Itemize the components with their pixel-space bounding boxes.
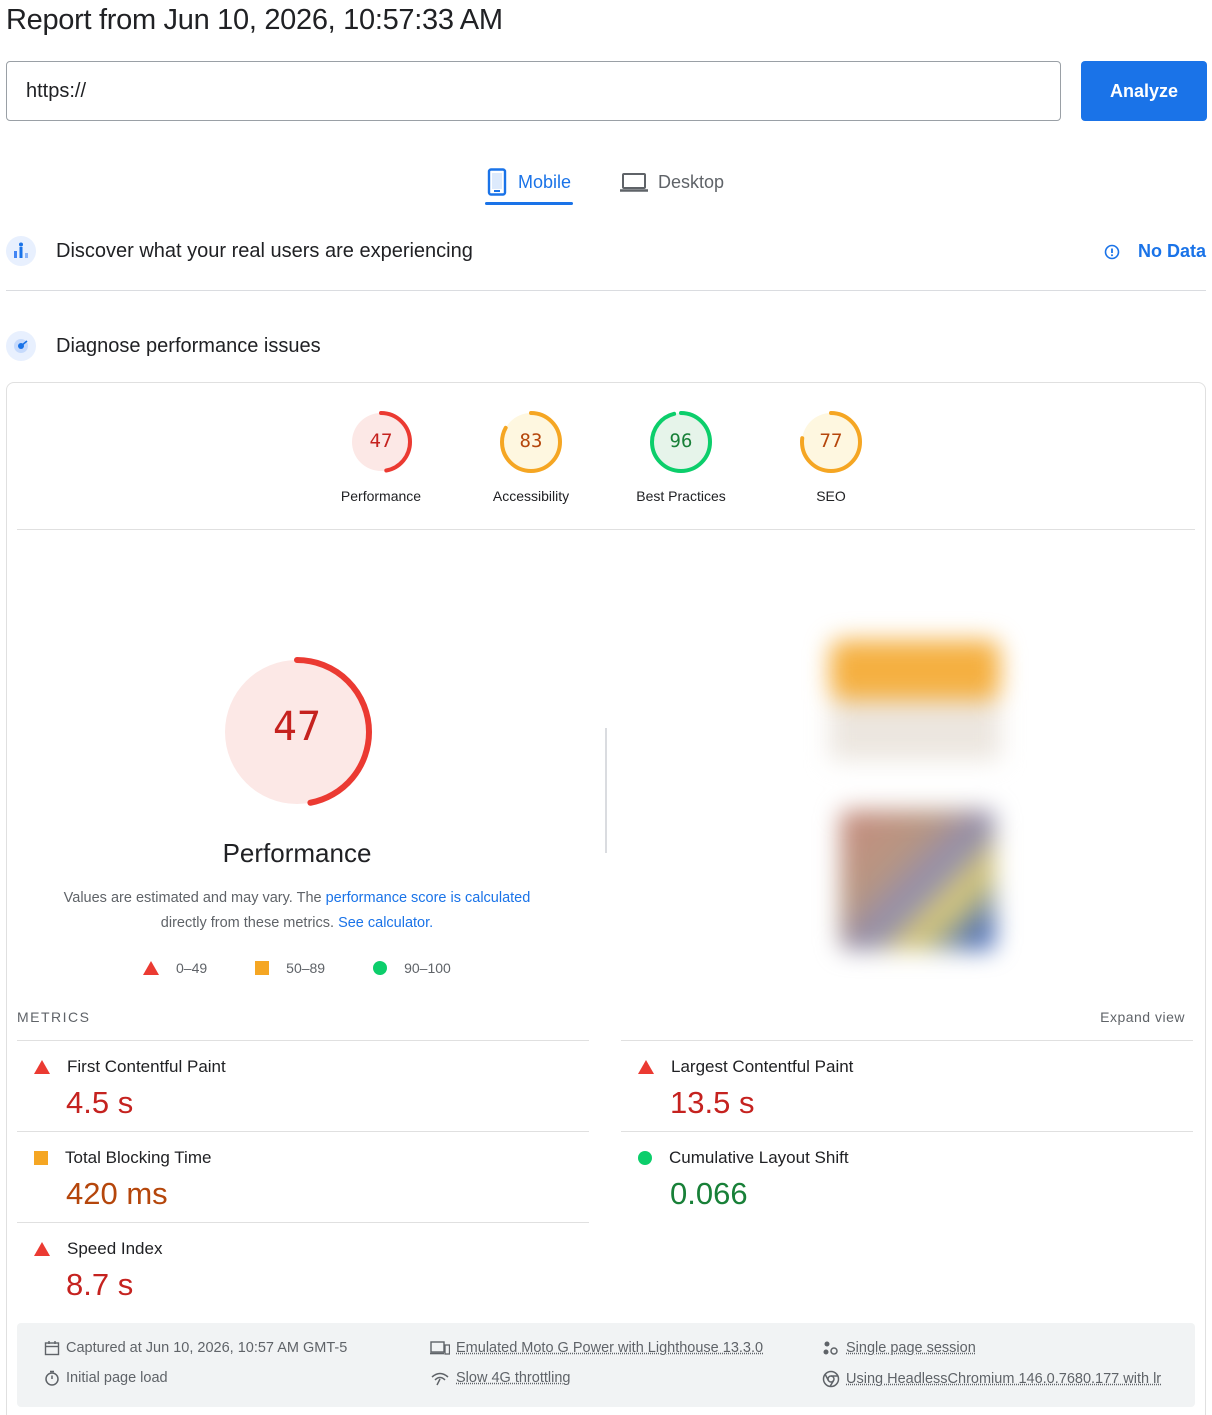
diagnose-section-header: Diagnose performance issues: [6, 331, 1206, 361]
poor-triangle-icon: [34, 1242, 50, 1256]
poor-triangle-icon: [143, 961, 159, 975]
url-input[interactable]: [6, 61, 1061, 121]
gauge-performance[interactable]: 47 Performance: [331, 410, 431, 504]
performance-description: Values are estimated and may vary. The p…: [40, 886, 554, 936]
gauge-label: Best Practices: [636, 488, 726, 504]
throttling-text: Slow 4G throttling: [456, 1370, 571, 1386]
captured-text: Captured at Jun 10, 2026, 10:57 AM GMT-5: [66, 1340, 348, 1356]
tab-desktop[interactable]: Desktop: [620, 158, 724, 206]
performance-title: Performance: [222, 838, 372, 868]
gauge-best-practices[interactable]: 96 Best Practices: [631, 410, 731, 504]
diagnose-title: Diagnose performance issues: [56, 334, 321, 357]
device-text: Emulated Moto G Power with Lighthouse 13…: [456, 1340, 764, 1356]
metric-value: 420 ms: [66, 1176, 168, 1211]
average-square-icon: [34, 1151, 48, 1165]
initial-load: Initial page load: [44, 1370, 168, 1386]
metric-name: First Contentful Paint: [67, 1057, 226, 1076]
score-ring: 96: [649, 410, 713, 474]
page-screenshot-thumbnail: [830, 630, 1000, 960]
metric-value: 0.066: [670, 1176, 748, 1211]
gauge-score: 47: [369, 430, 393, 452]
metric-name: Cumulative Layout Shift: [669, 1148, 849, 1167]
score-ring: 83: [499, 410, 563, 474]
no-data-label: No Data: [1137, 241, 1206, 261]
gauge-label: SEO: [816, 488, 846, 504]
browser-version[interactable]: Using HeadlessChromium 146.0.7680.177 wi…: [822, 1370, 1161, 1388]
score-ring: 47: [349, 410, 413, 474]
metric-lcp: Largest Contentful Paint 13.5 s: [621, 1040, 1193, 1131]
see-calculator-link[interactable]: See calculator.: [338, 915, 433, 931]
load-text: Initial page load: [66, 1370, 168, 1386]
analyze-button[interactable]: Analyze: [1081, 61, 1207, 121]
gauge-score: 83: [519, 430, 543, 452]
browser-text: Using HeadlessChromium 146.0.7680.177 wi…: [846, 1371, 1162, 1387]
gauge-label: Performance: [340, 488, 422, 504]
users-chart-icon: [6, 236, 36, 266]
score-legend: 0–49 50–89 90–100: [143, 960, 499, 976]
crux-title: Discover what your real users are experi…: [56, 239, 473, 262]
performance-gauge: 47: [219, 654, 375, 810]
gauge-seo[interactable]: 77 SEO: [781, 410, 881, 504]
gauge-divider: [17, 529, 1195, 530]
tab-desktop-label: Desktop: [658, 171, 725, 192]
metric-value: 8.7 s: [66, 1267, 134, 1302]
poor-triangle-icon: [34, 1060, 50, 1074]
laptop-icon: [620, 173, 648, 192]
metric-si: Speed Index 8.7 s: [17, 1222, 589, 1313]
legend-poor: 0–49: [176, 960, 208, 976]
session-type[interactable]: Single page session: [822, 1340, 976, 1356]
good-circle-icon: [638, 1151, 652, 1165]
crux-section-header: Discover what your real users are experi…: [6, 236, 1206, 266]
metric-value: 13.5 s: [670, 1085, 755, 1120]
people-icon: [823, 1341, 838, 1355]
legend-average: 50–89: [286, 960, 326, 976]
signal-icon: [431, 1372, 449, 1386]
session-text: Single page session: [846, 1340, 976, 1356]
gauge-label: Accessibility: [492, 488, 570, 504]
page-title: Report from Jun 10, 2026, 10:57:33 AM: [6, 4, 503, 36]
metric-name: Total Blocking Time: [65, 1148, 212, 1167]
gauge-score: 96: [669, 430, 693, 452]
tab-mobile[interactable]: Mobile: [484, 158, 574, 206]
phone-icon: [487, 168, 507, 196]
metrics-label: METRICS: [17, 1009, 91, 1025]
tab-mobile-label: Mobile: [518, 171, 572, 192]
runtime-settings-footer: Captured at Jun 10, 2026, 10:57 AM GMT-5…: [17, 1323, 1195, 1407]
performance-score: 47: [272, 704, 322, 750]
timer-icon: [45, 1370, 59, 1386]
score-calculated-link[interactable]: performance score is calculated: [326, 890, 531, 906]
desc-text-2: directly from these metrics.: [160, 915, 339, 931]
metric-name: Speed Index: [67, 1239, 163, 1258]
desc-text-1: Values are estimated and may vary. The: [63, 890, 326, 906]
no-data-status: No Data: [1104, 241, 1206, 262]
section-divider: [6, 290, 1206, 291]
metric-cls: Cumulative Layout Shift 0.066: [621, 1131, 1193, 1222]
radar-icon: [6, 331, 36, 361]
average-square-icon: [255, 961, 270, 975]
calendar-icon: [44, 1341, 60, 1356]
score-ring: 77: [799, 410, 863, 474]
captured-at: Captured at Jun 10, 2026, 10:57 AM GMT-5: [44, 1340, 347, 1356]
good-circle-icon: [373, 961, 388, 975]
gauge-score: 77: [819, 430, 843, 452]
legend-good: 90–100: [404, 960, 451, 976]
emulated-device[interactable]: Emulated Moto G Power with Lighthouse 13…: [430, 1340, 763, 1356]
chrome-icon: [822, 1370, 840, 1388]
devices-icon: [430, 1341, 450, 1355]
poor-triangle-icon: [638, 1060, 654, 1074]
metric-name: Largest Contentful Paint: [671, 1057, 854, 1076]
info-icon: [1104, 244, 1120, 259]
gauge-accessibility[interactable]: 83 Accessibility: [481, 410, 581, 504]
network-throttling[interactable]: Slow 4G throttling: [430, 1370, 570, 1386]
metric-value: 4.5 s: [66, 1085, 134, 1120]
metric-fcp: First Contentful Paint 4.5 s: [17, 1040, 589, 1131]
vertical-divider: [605, 728, 607, 853]
expand-view-toggle[interactable]: Expand view: [1100, 1009, 1185, 1025]
metric-tbt: Total Blocking Time 420 ms: [17, 1131, 589, 1222]
